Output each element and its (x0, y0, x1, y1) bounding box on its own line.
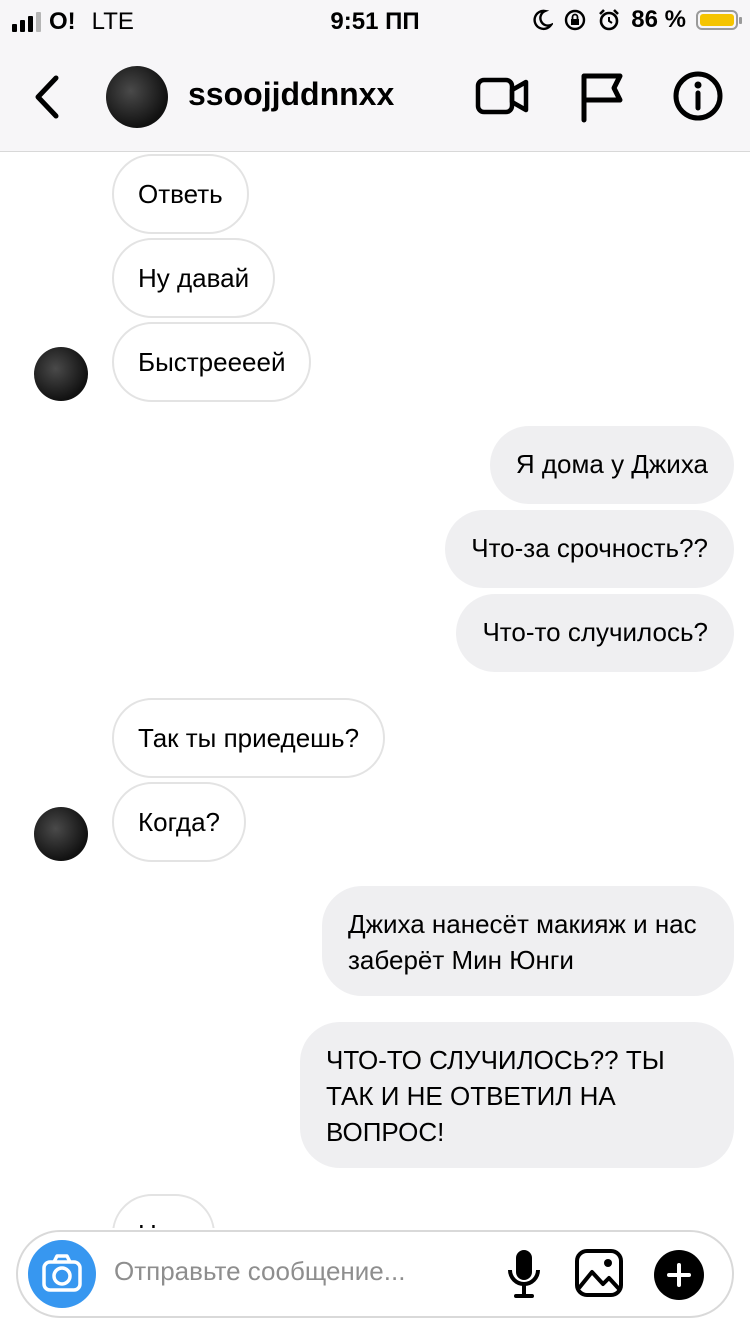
avatar[interactable] (34, 807, 88, 861)
back-icon[interactable] (28, 72, 68, 122)
camera-icon (42, 1254, 82, 1292)
status-right: 86 % (531, 6, 742, 34)
camera-button[interactable] (28, 1240, 96, 1308)
message-incoming[interactable]: Ну давай (112, 238, 276, 318)
message-clip: Ну... (0, 1180, 750, 1228)
microphone-icon[interactable] (504, 1246, 544, 1302)
alarm-icon (599, 9, 620, 31)
message-outgoing[interactable]: ЧТО-ТО СЛУЧИЛОСЬ?? ТЫ ТАК И НЕ ОТВЕТИЛ Н… (300, 1022, 734, 1168)
avatar[interactable] (34, 347, 88, 401)
message-incoming[interactable]: Так ты приедешь? (112, 698, 386, 778)
info-icon[interactable] (670, 68, 726, 124)
message-incoming[interactable]: Быстреееей (112, 322, 312, 402)
message-incoming[interactable]: Когда? (112, 782, 247, 862)
message-incoming[interactable]: Ответь (112, 154, 249, 234)
plus-icon (667, 1263, 691, 1287)
message-outgoing[interactable]: Джиха нанесёт макияж и нас заберёт Мин Ю… (322, 886, 734, 996)
message-composer: Отправьте сообщение... (16, 1230, 734, 1318)
message-input[interactable]: Отправьте сообщение... (114, 1256, 405, 1287)
add-button[interactable] (654, 1250, 704, 1300)
status-bar: O! LTE 9:51 ПП 86 % (0, 0, 750, 44)
message-outgoing[interactable]: Я дома у Джиха (489, 426, 734, 504)
message-outgoing[interactable]: Что-то случилось? (456, 594, 734, 672)
message-outgoing[interactable]: Что-за срочность?? (445, 510, 734, 588)
message-incoming[interactable]: Ну... (112, 1194, 215, 1228)
gallery-icon[interactable] (574, 1248, 624, 1298)
chat-username[interactable]: ssoojjddnnxx (188, 76, 394, 113)
avatar[interactable] (106, 66, 168, 128)
battery-percent: 86 % (631, 6, 686, 33)
moon-icon (533, 9, 554, 31)
rotation-lock-icon (565, 9, 586, 31)
chat-header: ssoojjddnnxx (0, 44, 750, 152)
flag-icon[interactable] (574, 68, 630, 124)
battery-icon (696, 10, 742, 30)
video-call-icon[interactable] (474, 68, 530, 124)
